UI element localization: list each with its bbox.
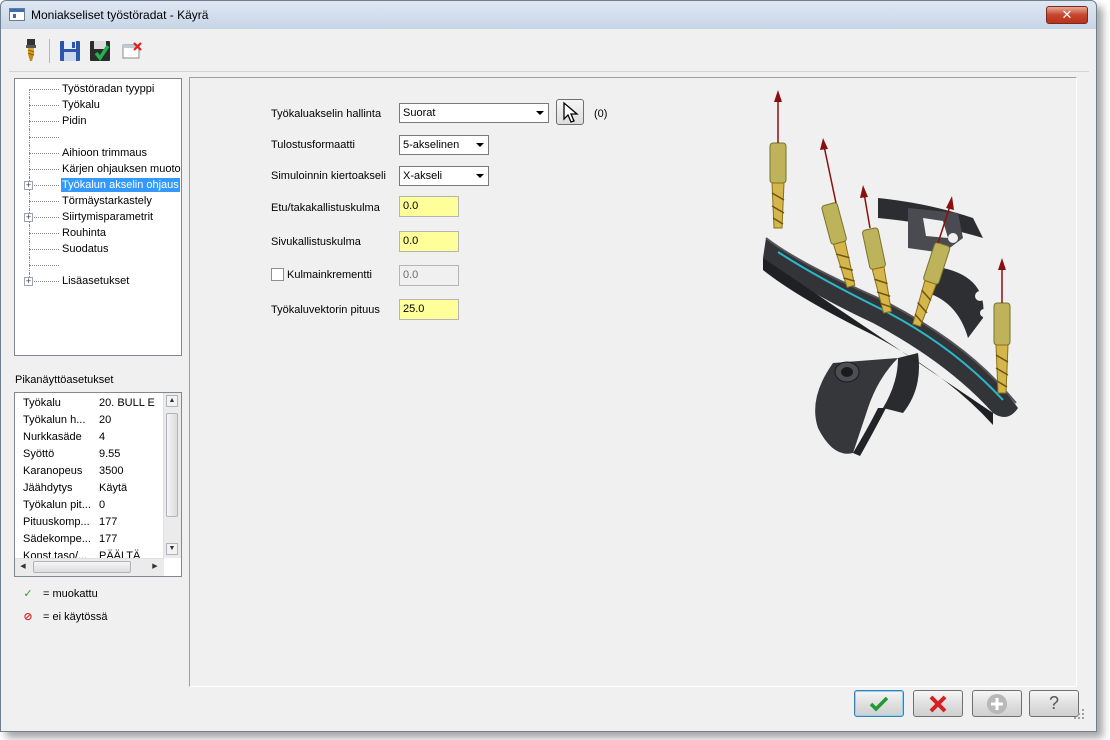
tree-item-empty-2 (15, 257, 181, 273)
lead-lag-angle-input[interactable]: 0.0 (399, 196, 459, 217)
list-item: Nurkkasäde 4 (23, 431, 106, 443)
angle-increment-checkbox[interactable] (271, 268, 284, 281)
tree-item-advanced-settings[interactable]: + Lisäasetukset (15, 273, 181, 289)
expand-icon[interactable]: + (24, 181, 33, 190)
cursor-arrow-icon (563, 101, 579, 123)
close-button[interactable]: ✕ (1046, 6, 1088, 24)
side-tilt-angle-label: Sivukallistuskulma (271, 236, 361, 248)
list-item: Sädekompe... 177 (23, 533, 118, 545)
resize-grip-icon[interactable] (1074, 709, 1084, 719)
list-item: Jäähdytys Käytä (23, 482, 128, 494)
check-icon: ✓ (23, 588, 33, 600)
ok-button[interactable] (854, 690, 904, 717)
list-item: Pituuskomp... 177 (23, 516, 118, 528)
tool-axis-control-label: Työkaluakselin hallinta (271, 108, 382, 120)
toolbar (9, 33, 1089, 72)
save-and-calculate-icon[interactable] (87, 37, 113, 65)
chevron-down-icon (476, 143, 484, 147)
tree-item-collision-check[interactable]: Törmäystarkastely (15, 193, 181, 209)
tree-item-filtering[interactable]: Suodatus (15, 241, 181, 257)
tool-vector-length-label: Työkaluvektorin pituus (271, 304, 380, 316)
disabled-icon: ⊘ (23, 611, 33, 623)
title-bar[interactable]: Moniakseliset työstöradat - Käyrä ✕ (1, 1, 1096, 29)
tree-item-stock-trim[interactable]: Aihioon trimmaus (15, 145, 181, 161)
scroll-up-icon[interactable]: ▲ (166, 395, 178, 407)
window-title: Moniakseliset työstöradat - Käyrä (31, 8, 209, 22)
cancel-button[interactable] (913, 690, 963, 717)
scroll-thumb[interactable] (166, 413, 178, 517)
pick-button[interactable] (556, 99, 584, 125)
tool-vector-length-input[interactable]: 25.0 (399, 299, 459, 320)
tree-item-linking-parameters[interactable]: + Siirtymisparametrit (15, 209, 181, 225)
sim-rotation-axis-select[interactable]: X-akseli (399, 166, 489, 186)
delete-icon[interactable] (119, 37, 145, 65)
app-icon (9, 8, 25, 21)
list-item: Työkalun h... 20 (23, 414, 112, 426)
tool-5 (993, 258, 1011, 394)
output-format-label: Tulostusformaatti (271, 139, 355, 151)
x-icon (929, 695, 947, 712)
check-icon (869, 696, 889, 711)
list-item: Syöttö 9.55 (23, 448, 121, 460)
legend-modified: ✓ = muokattu (21, 586, 97, 602)
tree-item-holder[interactable]: Pidin (15, 113, 181, 129)
tool-axis-illustration (763, 90, 1018, 456)
plus-icon (987, 693, 1007, 714)
chevron-down-icon (536, 111, 544, 115)
tool-1 (769, 90, 787, 229)
sim-rotation-axis-label: Simuloinnin kiertoakseli (271, 170, 386, 182)
tool-icon[interactable] (17, 37, 43, 65)
expand-icon[interactable]: + (24, 213, 33, 222)
help-icon: ? (1048, 693, 1059, 713)
tool-axis-control-select[interactable]: Suorat (399, 103, 549, 123)
tree-item-tool[interactable]: Työkalu (15, 97, 181, 113)
dialog-window: Moniakseliset työstöradat - Käyrä ✕ Työs… (0, 0, 1097, 732)
scroll-thumb[interactable] (33, 561, 131, 573)
legend-disabled: ⊘ = ei käytössä (21, 609, 107, 625)
pick-count: (0) (594, 108, 608, 120)
tree-item-toolpath-type[interactable]: Työstöradan tyyppi (15, 81, 181, 97)
scroll-right-icon[interactable]: ▶ (149, 561, 161, 573)
toolbar-separator (49, 39, 50, 63)
parameter-tree[interactable]: Työstöradan tyyppi Työkalu Pidin Aihioon… (14, 78, 182, 356)
list-item: Karanopeus 3500 (23, 465, 124, 477)
side-tilt-angle-input[interactable]: 0.0 (399, 231, 459, 252)
lead-lag-angle-label: Etu/takakallistuskulma (271, 202, 380, 214)
scroll-down-icon[interactable]: ▼ (166, 543, 178, 555)
settings-panel: Työkaluakselin hallinta Suorat (0) Tulos… (189, 77, 1077, 687)
expand-icon[interactable]: + (24, 277, 33, 286)
save-icon[interactable] (57, 37, 83, 65)
output-format-select[interactable]: 5-akselinen (399, 135, 489, 155)
quick-settings-title: Pikanäyttöasetukset (15, 374, 114, 386)
tool-2 (820, 138, 856, 288)
help-button[interactable]: ? (1029, 690, 1079, 717)
list-item: Työkalun pit... 0 (23, 499, 106, 511)
add-button[interactable] (972, 690, 1022, 717)
tree-item-tool-axis-control[interactable]: + Työkalun akselin ohjaus (15, 177, 181, 193)
tree-item-empty-1 (15, 129, 181, 145)
quick-settings-list[interactable]: Työkalu 20. BULL E Työkalun h... 20 Nurkka… (14, 392, 182, 577)
tree-item-roughing[interactable]: Rouhinta (15, 225, 181, 241)
tree-item-tip-control-shape[interactable]: Kärjen ohjauksen muoto (15, 161, 181, 177)
list-item: Työkalu 20. BULL E (23, 397, 155, 409)
vertical-scrollbar[interactable]: ▲ ▼ (163, 393, 181, 558)
chevron-down-icon (476, 174, 484, 178)
angle-increment-label: Kulmainkrementti (287, 269, 372, 281)
scroll-left-icon[interactable]: ◀ (17, 561, 29, 573)
horizontal-scrollbar[interactable]: ◀ ▶ (15, 558, 164, 576)
angle-increment-input[interactable]: 0.0 (399, 265, 459, 286)
